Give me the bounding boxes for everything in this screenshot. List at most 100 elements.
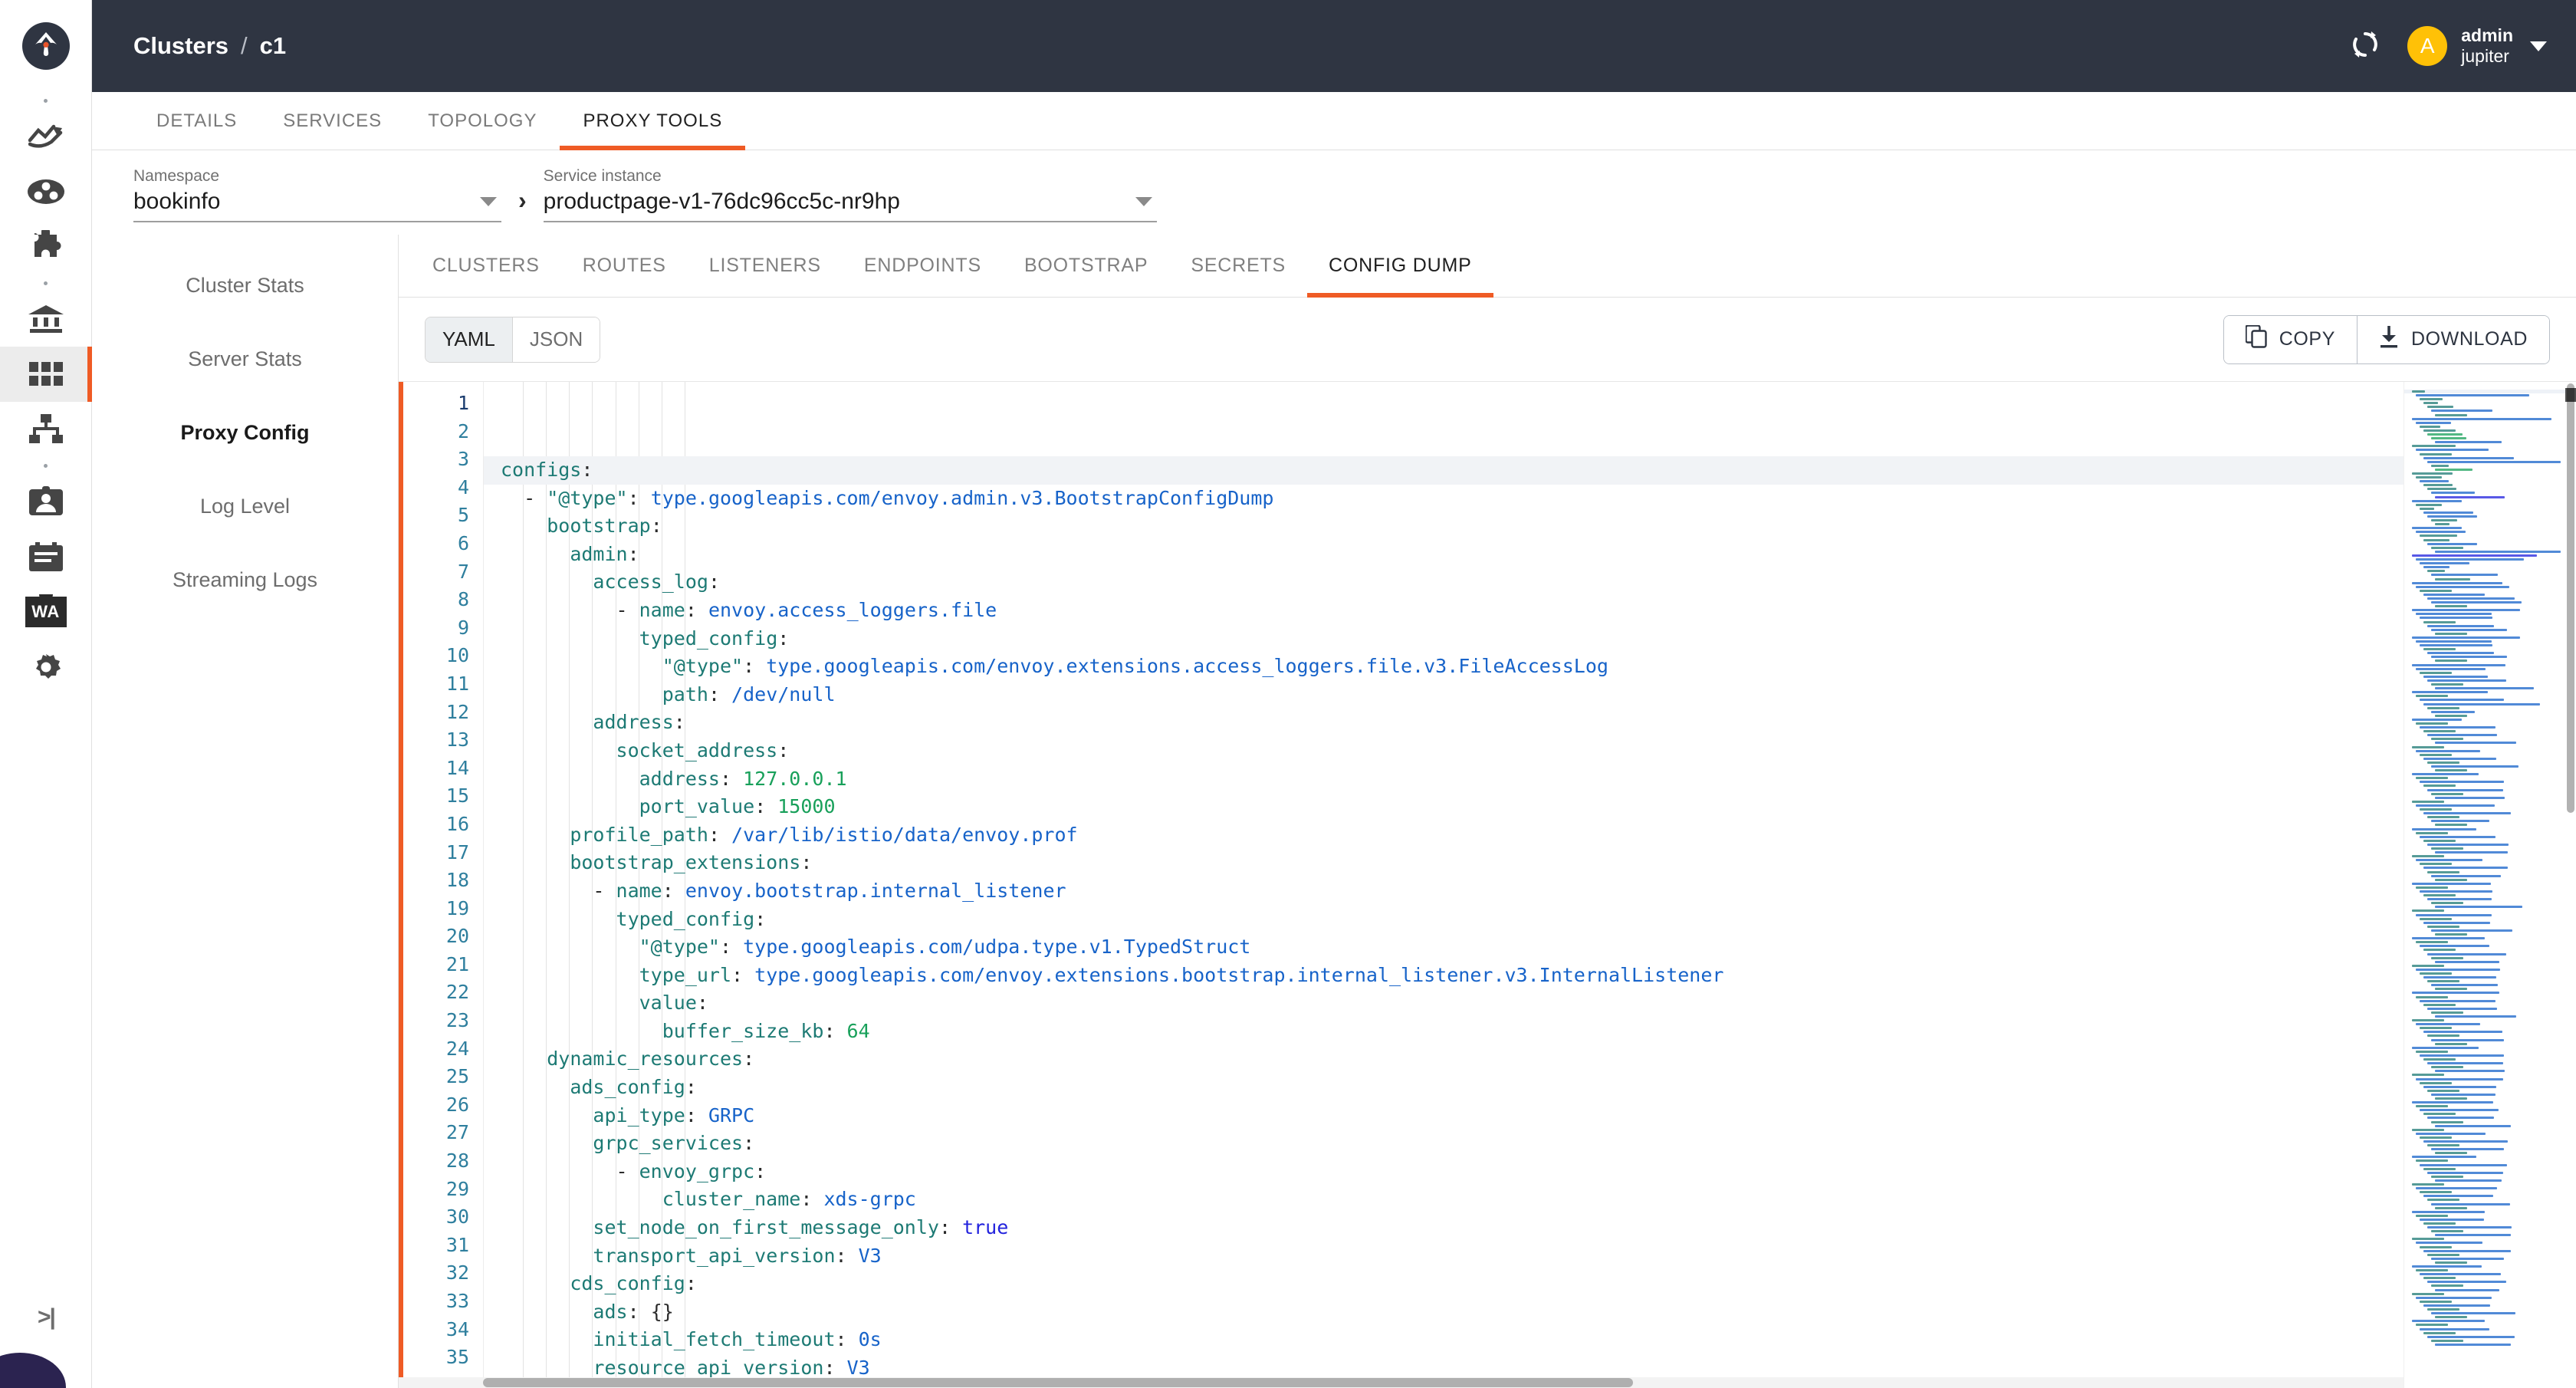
proxy-tools-subnav: Cluster Stats Server Stats Proxy Config … bbox=[92, 235, 399, 1388]
sidebar-item-governance[interactable] bbox=[0, 291, 92, 347]
sidebar-item-extensions[interactable] bbox=[0, 219, 92, 275]
tab-secrets[interactable]: SECRETS bbox=[1169, 235, 1307, 297]
code-token-key: envoy_grpc bbox=[639, 1159, 755, 1182]
tab-config-dump[interactable]: CONFIG DUMP bbox=[1307, 235, 1493, 298]
code-area[interactable]: configs: - "@type": type.googleapis.com/… bbox=[484, 382, 2404, 1388]
minimap-segment bbox=[2416, 421, 2451, 424]
line-number: 23 bbox=[445, 1009, 469, 1032]
sidebar-item-topology[interactable] bbox=[0, 402, 92, 457]
minimap-segment bbox=[2412, 1292, 2444, 1295]
subnav-item-streaming-logs[interactable]: Streaming Logs bbox=[92, 543, 398, 617]
format-yaml-button[interactable]: YAML bbox=[426, 317, 512, 362]
subnav-item-proxy-config[interactable]: Proxy Config bbox=[92, 396, 398, 469]
minimap-segment bbox=[2427, 652, 2495, 655]
minimap-segment bbox=[2435, 1206, 2467, 1209]
format-json-button[interactable]: JSON bbox=[511, 317, 600, 362]
rail-separator-1 bbox=[0, 92, 91, 109]
sidebar-item-clusters[interactable] bbox=[0, 347, 92, 402]
tab-details[interactable]: DETAILS bbox=[133, 92, 260, 150]
tab-clusters[interactable]: CLUSTERS bbox=[411, 235, 561, 297]
code-token-key: address bbox=[593, 711, 674, 734]
code-token-key: access_log bbox=[593, 571, 708, 594]
code-line: cds_config: bbox=[484, 1270, 2404, 1298]
minimap-segment bbox=[2420, 534, 2458, 538]
code-token-str: V3 bbox=[846, 1357, 870, 1379]
app-logo[interactable] bbox=[0, 0, 92, 92]
code-token-key: bootstrap bbox=[547, 515, 651, 538]
sidebar-item-identity[interactable] bbox=[0, 474, 92, 529]
code-minimap[interactable] bbox=[2404, 382, 2576, 1388]
user-org: jupiter bbox=[2461, 46, 2509, 66]
wa-badge-icon: WA bbox=[25, 597, 67, 627]
code-token-key: api_type bbox=[593, 1103, 685, 1127]
minimap-segment bbox=[2435, 523, 2450, 526]
sidebar-item-settings[interactable] bbox=[0, 640, 92, 695]
minimap-segment bbox=[2427, 843, 2509, 846]
vertical-scrollbar[interactable] bbox=[2567, 383, 2574, 813]
service-instance-control[interactable]: productpage-v1-76dc96cc5c-nr9hp bbox=[543, 189, 1157, 222]
tab-topology[interactable]: TOPOLOGY bbox=[405, 92, 560, 150]
code-token-key: "@type" bbox=[639, 936, 720, 959]
notes-icon bbox=[28, 542, 63, 571]
code-token-punc: : bbox=[823, 1357, 847, 1379]
download-button[interactable]: DOWNLOAD bbox=[2356, 315, 2549, 363]
refresh-button[interactable] bbox=[2348, 28, 2383, 64]
minimap-segment bbox=[2412, 909, 2444, 913]
gear-icon bbox=[29, 651, 63, 683]
horizontal-scrollbar-thumb[interactable] bbox=[483, 1378, 1633, 1387]
yaml-editor[interactable]: 1 2 3 4 5 6 7 8 9 10 11 12 13 14 15 16 17 18 19 20 21 22 23 24 2… bbox=[399, 382, 2576, 1388]
code-token-key: buffer_size_kb bbox=[662, 1019, 824, 1042]
namespace-control[interactable]: bookinfo bbox=[133, 189, 501, 222]
minimap-segment bbox=[2431, 601, 2522, 604]
main-column: Clusters / c1 A admin jupiter DETAILS SE… bbox=[92, 0, 2576, 1388]
code-token-punc: : bbox=[800, 851, 813, 874]
minimap-segment bbox=[2423, 1222, 2456, 1225]
breadcrumb-root[interactable]: Clusters bbox=[133, 32, 228, 60]
code-token-key: configs bbox=[501, 459, 582, 481]
minimap-segment bbox=[2416, 968, 2501, 971]
line-number: 22 bbox=[445, 981, 469, 1004]
code-token-punc: : bbox=[731, 963, 755, 986]
code-line: type_url: type.googleapis.com/envoy.exte… bbox=[484, 962, 2404, 990]
film-reel-icon bbox=[27, 177, 65, 206]
code-line: initial_fetch_timeout: 0s bbox=[484, 1326, 2404, 1354]
code-line: bootstrap_extensions: bbox=[484, 849, 2404, 877]
subnav-item-log-level[interactable]: Log Level bbox=[92, 469, 398, 543]
tab-bootstrap[interactable]: BOOTSTRAP bbox=[1003, 235, 1169, 297]
code-token-key: address bbox=[639, 767, 720, 790]
minimap-segment bbox=[2431, 1093, 2496, 1096]
user-menu[interactable]: A admin jupiter bbox=[2407, 25, 2547, 67]
tab-listeners[interactable]: LISTENERS bbox=[688, 235, 843, 297]
minimap-segment bbox=[2423, 566, 2450, 569]
expand-sidebar-icon[interactable]: >| bbox=[0, 1294, 92, 1340]
minimap-segment bbox=[2420, 1218, 2484, 1221]
subnav-item-server-stats[interactable]: Server Stats bbox=[92, 322, 398, 396]
code-token-num: 127.0.0.1 bbox=[743, 767, 847, 790]
minimap-segment bbox=[2431, 1312, 2516, 1315]
sidebar-item-workload-assignment[interactable]: WA bbox=[0, 584, 92, 640]
code-token-punc: : bbox=[835, 1244, 859, 1267]
tab-proxy-tools[interactable]: PROXY TOOLS bbox=[560, 92, 745, 150]
line-number: 34 bbox=[445, 1317, 469, 1340]
tab-routes[interactable]: ROUTES bbox=[561, 235, 688, 297]
namespace-selector[interactable]: Namespace bookinfo bbox=[133, 167, 501, 222]
config-panel: CLUSTERS ROUTES LISTENERS ENDPOINTS BOOT… bbox=[399, 235, 2576, 1388]
sidebar-item-reports[interactable] bbox=[0, 529, 92, 584]
sidebar-item-tracing[interactable] bbox=[0, 164, 92, 219]
sidebar-item-metrics[interactable] bbox=[0, 109, 92, 164]
minimap-segment bbox=[2435, 1015, 2517, 1018]
minimap-segment bbox=[2416, 859, 2483, 862]
subnav-item-cluster-stats[interactable]: Cluster Stats bbox=[92, 248, 398, 322]
minimap-segment bbox=[2423, 1277, 2456, 1280]
minimap-segment bbox=[2416, 722, 2448, 725]
minimap-segment bbox=[2435, 1234, 2511, 1237]
tab-endpoints[interactable]: ENDPOINTS bbox=[843, 235, 1003, 297]
avatar: A bbox=[2407, 26, 2448, 66]
code-token-punc: : bbox=[708, 682, 732, 706]
code-token-punc: : bbox=[627, 486, 651, 509]
minimap-segment bbox=[2412, 1265, 2482, 1268]
minimap-segment bbox=[2416, 1324, 2448, 1327]
copy-button[interactable]: COPY bbox=[2223, 315, 2357, 363]
service-instance-selector[interactable]: Service instance productpage-v1-76dc96cc… bbox=[543, 167, 1157, 222]
tab-services[interactable]: SERVICES bbox=[260, 92, 405, 150]
